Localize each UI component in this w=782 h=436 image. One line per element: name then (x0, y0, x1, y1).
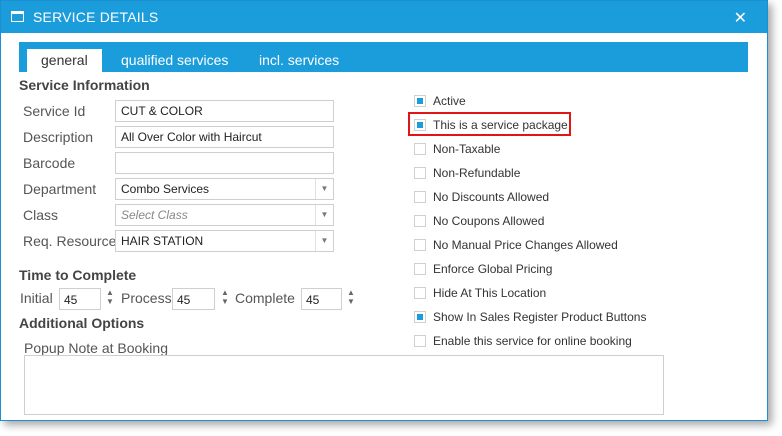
option-label: Enable this service for online booking (433, 334, 632, 348)
option-label: No Discounts Allowed (433, 190, 550, 204)
option-label: No Manual Price Changes Allowed (433, 238, 618, 252)
department-select[interactable]: Combo Services ▼ (115, 178, 334, 200)
complete-input[interactable]: 45 (301, 288, 342, 310)
process-label: Process (121, 290, 172, 306)
checkbox-no-manual-price[interactable] (414, 239, 426, 251)
option-label: Non-Taxable (433, 142, 501, 156)
service-information-heading: Service Information (19, 77, 150, 93)
checkbox-show-in-sales-register[interactable] (414, 311, 426, 323)
req-resource-label: Req. Resource (23, 233, 117, 249)
popup-note-label: Popup Note at Booking (24, 340, 168, 356)
req-resource-value: HAIR STATION (121, 234, 204, 248)
tab-incl-services[interactable]: incl. services (245, 51, 353, 72)
initial-label: Initial (20, 290, 53, 306)
tab-bar: general qualified services incl. service… (19, 42, 748, 72)
checkbox-non-taxable[interactable] (414, 143, 426, 155)
option-label: Non-Refundable (433, 166, 521, 180)
title-bar: SERVICE DETAILS ✕ (1, 1, 767, 33)
req-resource-select[interactable]: HAIR STATION ▼ (115, 230, 334, 252)
checkbox-online-booking[interactable] (414, 335, 426, 347)
option-label: Enforce Global Pricing (433, 262, 553, 276)
option-label: Hide At This Location (433, 286, 547, 300)
chevron-down-icon[interactable]: ▼ (315, 231, 333, 251)
description-input[interactable]: All Over Color with Haircut (115, 126, 334, 148)
class-label: Class (23, 207, 59, 223)
checkbox-non-refundable[interactable] (414, 167, 426, 179)
close-icon[interactable]: ✕ (734, 8, 747, 28)
option-label: Show In Sales Register Product Buttons (433, 310, 647, 324)
complete-stepper[interactable]: ▲ ▼ (346, 288, 356, 310)
option-label: No Coupons Allowed (433, 214, 545, 228)
popup-note-textarea[interactable] (24, 355, 664, 415)
tab-qualified-services[interactable]: qualified services (107, 51, 242, 72)
initial-stepper[interactable]: ▲ ▼ (105, 288, 115, 310)
chevron-down-icon[interactable]: ▼ (315, 205, 333, 225)
window-icon (11, 11, 24, 22)
department-value: Combo Services (121, 182, 210, 196)
checkbox-no-discounts[interactable] (414, 191, 426, 203)
additional-options-heading: Additional Options (19, 315, 145, 331)
service-id-label: Service Id (23, 103, 86, 119)
process-input[interactable]: 45 (172, 288, 215, 310)
service-id-input[interactable]: CUT & COLOR (115, 100, 334, 122)
class-select[interactable]: Select Class ▼ (115, 204, 334, 226)
chevron-down-icon[interactable]: ▼ (315, 179, 333, 199)
class-placeholder: Select Class (121, 208, 188, 222)
highlight-box (408, 112, 571, 136)
description-label: Description (23, 129, 94, 145)
service-details-dialog: SERVICE DETAILS ✕ general qualified serv… (0, 0, 768, 421)
process-stepper[interactable]: ▲ ▼ (220, 288, 230, 310)
barcode-input[interactable] (115, 152, 334, 174)
checkbox-no-coupons[interactable] (414, 215, 426, 227)
checkbox-enforce-global-pricing[interactable] (414, 263, 426, 275)
complete-label: Complete (235, 290, 295, 306)
dialog-title: SERVICE DETAILS (33, 9, 159, 25)
checkbox-active[interactable] (414, 95, 426, 107)
option-label: Active (433, 94, 466, 108)
department-label: Department (23, 181, 97, 197)
initial-input[interactable]: 45 (59, 288, 101, 310)
barcode-label: Barcode (23, 155, 76, 171)
tab-general[interactable]: general (27, 49, 102, 72)
time-to-complete-heading: Time to Complete (19, 267, 137, 283)
checkbox-hide-at-location[interactable] (414, 287, 426, 299)
